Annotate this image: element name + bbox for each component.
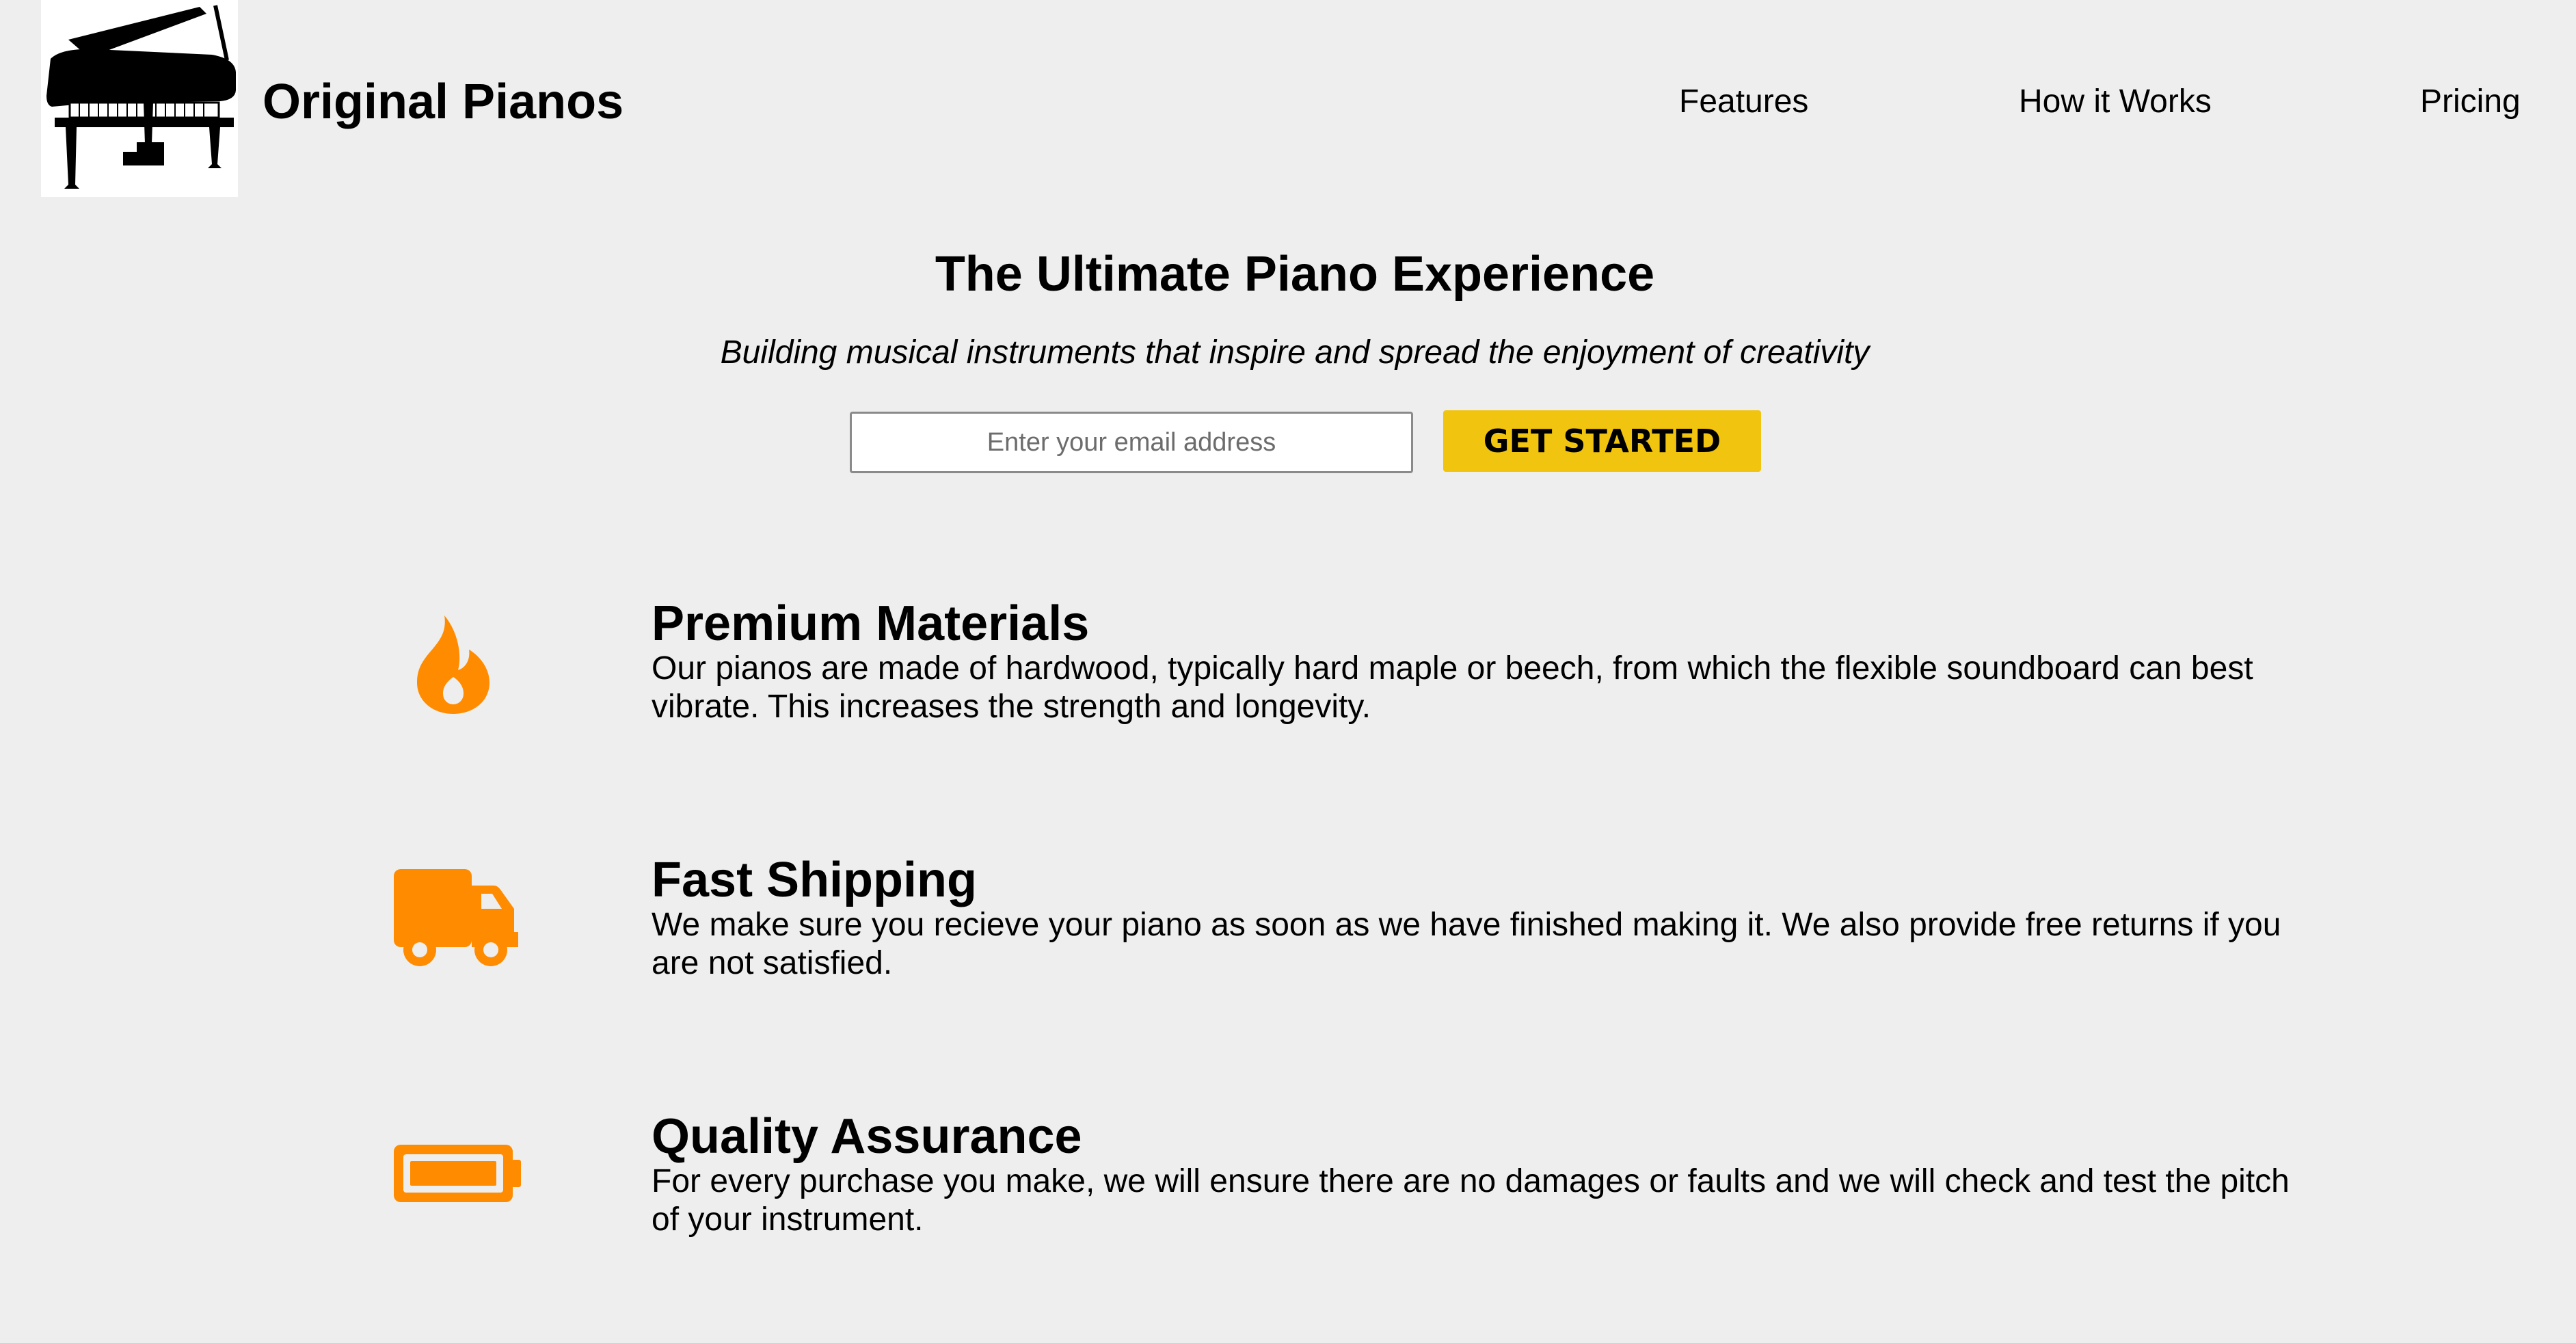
logo[interactable] <box>41 0 238 197</box>
truck-icon <box>383 853 526 1003</box>
hero-title: The Ultimate Piano Experience <box>935 247 1655 302</box>
feature-item: Premium Materials Our pianos are made of… <box>0 596 2576 774</box>
hero-subtitle: Building musical instruments that inspir… <box>720 334 1870 371</box>
feature-item: Fast Shipping We make sure you recieve y… <box>0 853 2576 1030</box>
feature-item: Quality Assurance For every purchase you… <box>0 1109 2576 1287</box>
grand-piano-icon <box>46 5 236 189</box>
feature-title: Quality Assurance <box>652 1109 1082 1164</box>
feature-description: We make sure you recieve your piano as s… <box>652 907 2281 981</box>
email-input[interactable] <box>850 412 1413 473</box>
feature-title: Premium Materials <box>652 596 1090 651</box>
feature-description: Our pianos are made of hardwood, typical… <box>652 650 2253 725</box>
feature-description: For every purchase you make, we will ens… <box>652 1163 2290 1238</box>
brand-name: Original Pianos <box>263 75 624 129</box>
get-started-button[interactable]: GET STARTED <box>1443 410 1761 472</box>
site-header: Original Pianos Features How it Works Pr… <box>0 0 2576 197</box>
nav-link-features[interactable]: Features <box>1679 81 1808 123</box>
nav-link-how-it-works[interactable]: How it Works <box>2019 81 2212 123</box>
nav-link-pricing[interactable]: Pricing <box>2420 81 2521 123</box>
feature-title: Fast Shipping <box>652 853 977 907</box>
battery-icon <box>383 1109 526 1260</box>
fire-icon <box>383 596 526 747</box>
